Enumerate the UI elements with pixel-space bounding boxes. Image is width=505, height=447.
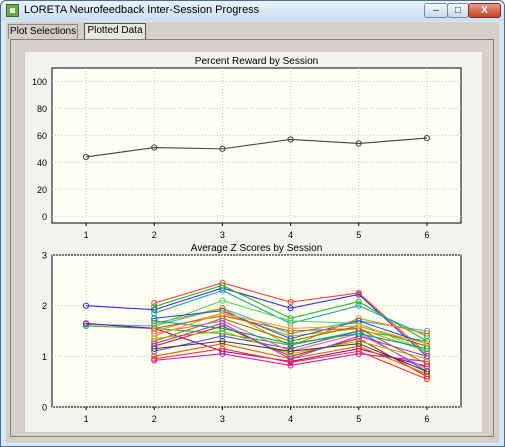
close-button[interactable]: X xyxy=(468,3,501,18)
plot-area: Percent Reward by Session 0 20 40 60 80 100 1 2 3… xyxy=(25,52,482,432)
x-tick-label: 5 xyxy=(356,414,361,424)
x-tick-label: 6 xyxy=(424,230,429,240)
maximize-button[interactable]: □ xyxy=(447,3,469,18)
window-title: LORETA Neurofeedback Inter-Session Progr… xyxy=(24,4,260,16)
x-tick-label: 1 xyxy=(84,230,89,240)
window-client-area: Plot Selections Plotted Data Percent Rew… xyxy=(6,22,499,443)
tab-panel: Percent Reward by Session 0 20 40 60 80 100 1 2 3… xyxy=(10,39,494,437)
y-tick-label: 0 xyxy=(42,403,47,413)
minimize-button[interactable]: – xyxy=(424,3,448,18)
x-tick-label: 3 xyxy=(220,414,225,424)
y-tick-label: 2 xyxy=(42,301,47,311)
x-tick-label: 3 xyxy=(220,230,225,240)
plot-background xyxy=(51,67,462,224)
x-tick-label: 5 xyxy=(356,230,361,240)
y-tick-label: 80 xyxy=(37,104,47,114)
y-tick-label: 40 xyxy=(37,158,47,168)
y-tick-label: 60 xyxy=(37,131,47,141)
chart-title: Percent Reward by Session xyxy=(195,56,318,67)
x-tick-label: 2 xyxy=(152,414,157,424)
x-tick-label: 4 xyxy=(288,230,293,240)
chart-2: Average Z Scores by Session 0 1 2 3 1 2 3 4 5 6 xyxy=(42,243,462,424)
y-tick-label: 0 xyxy=(42,212,47,222)
tab-plot-selections[interactable]: Plot Selections xyxy=(8,24,78,39)
title-bar[interactable]: LORETA Neurofeedback Inter-Session Progr… xyxy=(1,1,504,21)
y-tick-label: 1 xyxy=(42,352,47,362)
y-tick-label: 20 xyxy=(37,185,47,195)
tab-plotted-data[interactable]: Plotted Data xyxy=(84,23,146,40)
chart-title: Average Z Scores by Session xyxy=(191,243,323,254)
x-tick-label: 2 xyxy=(152,230,157,240)
charts-svg: Percent Reward by Session0204060801001 2 3… xyxy=(32,56,462,424)
x-tick-label: 6 xyxy=(424,414,429,424)
app-icon xyxy=(6,4,19,17)
x-tick-label: 4 xyxy=(288,414,293,424)
y-tick-label: 100 xyxy=(32,77,47,87)
chart-1: Percent Reward by Session 0 20 40 60 80 100 1 2 3… xyxy=(32,56,462,240)
x-tick-label: 1 xyxy=(84,414,89,424)
y-tick-label: 3 xyxy=(42,251,47,261)
app-window: LORETA Neurofeedback Inter-Session Progr… xyxy=(0,0,505,447)
